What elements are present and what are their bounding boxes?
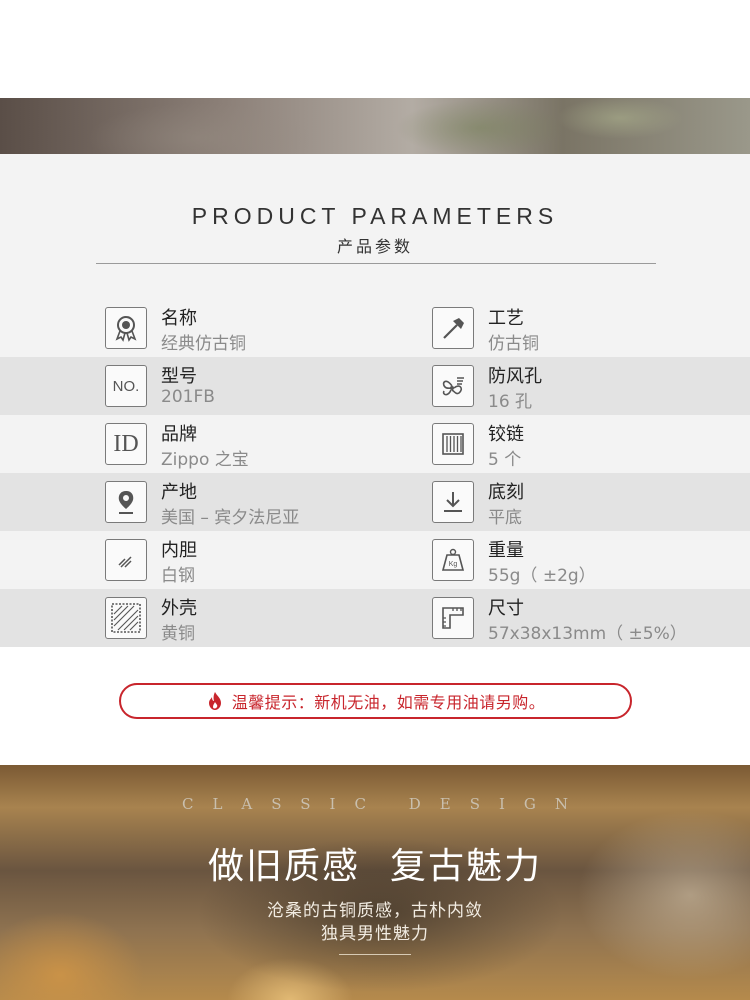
- product-photo-strip: [0, 98, 750, 154]
- award-badge-icon: [105, 307, 147, 349]
- param-value: 白钢: [161, 566, 195, 586]
- param-label: 名称: [161, 308, 197, 329]
- param-value: 16 孔: [488, 392, 533, 412]
- param-value: 黄铜: [161, 624, 195, 644]
- flame-icon: [208, 692, 221, 710]
- hammer-icon: [432, 307, 474, 349]
- title-divider: [96, 263, 656, 264]
- model-number-icon: NO.: [105, 365, 147, 407]
- hinge-icon: [432, 423, 474, 465]
- param-value: 经典仿古铜: [161, 334, 246, 354]
- oil-notice-text: 温馨提示：新机无油，如需专用油请另购。: [231, 693, 546, 712]
- classic-design-banner: CLASSIC DESIGN 做旧质感 复古魅力 沧桑的古铜质感，古朴内敛 独具男…: [0, 765, 750, 1000]
- headline-left: 做旧质感: [207, 846, 360, 887]
- param-value: 美国 – 宾夕法尼亚: [161, 508, 300, 528]
- param-value: 5 个: [488, 450, 522, 470]
- inner-liner-icon: [105, 539, 147, 581]
- banner-line-2: 独具男性魅力: [321, 924, 429, 944]
- param-value: 201FB: [161, 387, 215, 407]
- param-label: 铰链: [488, 424, 524, 445]
- param-label: 尺寸: [488, 598, 524, 619]
- param-value: Zippo 之宝: [161, 450, 249, 470]
- outer-shell-icon: [105, 597, 147, 639]
- banner-line-1: 沧桑的古铜质感，古朴内敛: [267, 901, 483, 921]
- svg-text:Kg: Kg: [449, 561, 458, 568]
- param-label: 工艺: [488, 308, 524, 329]
- param-value: 仿古铜: [488, 334, 539, 354]
- headline-right: 复古魅力: [390, 846, 543, 887]
- param-label: 重量: [488, 540, 524, 561]
- banner-subtitle-en: CLASSIC DESIGN: [181, 795, 587, 813]
- param-label: 内胆: [161, 540, 197, 561]
- param-label: 产地: [161, 482, 197, 503]
- param-value: 57x38x13mm（ ±5%）: [488, 624, 687, 644]
- section-title-en: PRODUCT PARAMETERS: [191, 203, 559, 229]
- windproof-fan-icon: [432, 365, 474, 407]
- banner-divider: [339, 954, 411, 955]
- location-pin-icon: [105, 481, 147, 523]
- ruler-icon: [432, 597, 474, 639]
- param-label: 外壳: [161, 598, 197, 619]
- top-blank-area: [0, 0, 750, 98]
- section-title-cn: 产品参数: [336, 237, 413, 256]
- param-value: 平底: [488, 508, 522, 528]
- download-arrow-icon: [432, 481, 474, 523]
- param-label: 底刻: [488, 482, 524, 503]
- param-label: 型号: [161, 366, 197, 387]
- oil-notice-banner: 温馨提示：新机无油，如需专用油请另购。: [119, 683, 632, 719]
- param-value: 55g（ ±2g）: [488, 566, 596, 586]
- weight-icon: Kg: [432, 539, 474, 581]
- brand-id-icon: ID: [105, 423, 147, 465]
- banner-headline: 做旧质感 复古魅力: [0, 837, 750, 889]
- param-label: 品牌: [161, 424, 197, 445]
- param-label: 防风孔: [488, 366, 542, 387]
